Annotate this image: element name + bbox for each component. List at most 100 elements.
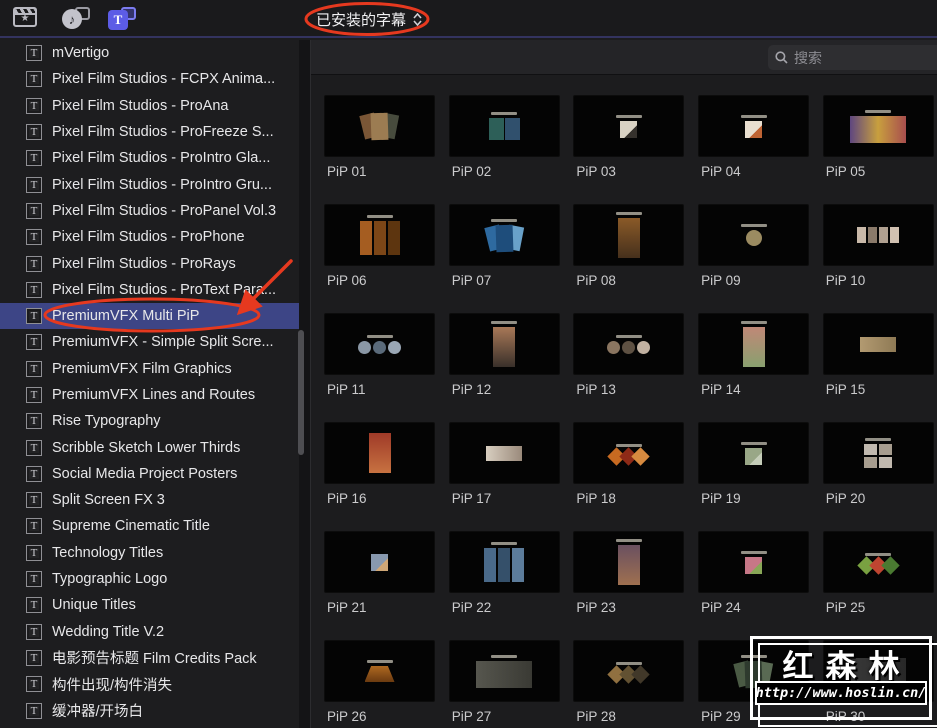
sidebar-item-label: PremiumVFX Film Graphics (52, 360, 232, 377)
pip-tile: PiP 13 (573, 313, 685, 397)
pip-thumbnail[interactable] (822, 95, 934, 157)
sidebar-item[interactable]: T Pixel Film Studios - ProIntro Gla... (0, 145, 299, 171)
pip-thumbnail[interactable] (324, 95, 435, 157)
sidebar-item-label: Unique Titles (52, 597, 136, 614)
sidebar-item-label: Pixel Film Studios - ProFreeze S... (52, 124, 274, 141)
sidebar-item-label: PremiumVFX Lines and Routes (52, 387, 256, 403)
pip-thumbnail[interactable] (448, 204, 560, 266)
pip-thumbnail[interactable] (324, 531, 435, 593)
sidebar-item[interactable]: T Pixel Film Studios - ProPanel Vol.3 (0, 198, 299, 224)
sidebar-item[interactable]: T PremiumVFX Film Graphics (0, 356, 299, 382)
title-pack-icon: T (26, 492, 42, 509)
sidebar-item[interactable]: T PremiumVFX Multi PiP (0, 302, 299, 330)
sidebar-item[interactable]: T Pixel Film Studios - ProFreeze S... (0, 119, 299, 145)
pip-label: PiP 24 (701, 600, 741, 615)
photos-audio-browser-icon[interactable]: ♪ (62, 7, 90, 31)
pip-label: PiP 09 (701, 273, 741, 288)
sidebar-item-label: Scribble Sketch Lower Thirds (52, 439, 241, 456)
pip-thumbnail[interactable] (448, 531, 560, 593)
titles-generators-browser-icon[interactable]: T (108, 7, 136, 31)
pip-thumbnail[interactable] (573, 313, 685, 375)
pip-tile: PiP 14 (698, 313, 810, 397)
pip-thumbnail[interactable] (698, 640, 810, 702)
pip-label: PiP 25 (825, 600, 866, 615)
pip-thumbnail[interactable] (324, 422, 435, 484)
sidebar-item[interactable]: T Supreme Cinematic Title (0, 513, 299, 539)
sidebar-item[interactable]: T mVertigo (0, 40, 299, 66)
sidebar-item[interactable]: T Pixel Film Studios - ProPhone (0, 224, 299, 250)
pip-tile: PiP 24 (698, 531, 810, 615)
pip-thumbnail[interactable] (573, 531, 685, 593)
sidebar-item[interactable]: T 构件出现/构件消失 (0, 671, 299, 697)
pip-thumbnail[interactable] (698, 204, 810, 266)
installed-titles-dropdown[interactable]: 已安装的字幕 (316, 6, 422, 32)
pip-thumbnail[interactable] (448, 313, 560, 375)
sidebar-item[interactable]: T PremiumVFX - Simple Split Scre... (0, 329, 299, 355)
title-pack-icon: T (26, 360, 42, 377)
titles-t-icon: T (108, 10, 128, 30)
pip-label: PiP 26 (327, 709, 367, 724)
pip-thumbnail[interactable] (573, 95, 685, 157)
pip-thumbnail[interactable] (822, 640, 934, 702)
pip-thumbnail[interactable] (698, 313, 810, 375)
pip-tile: PiP 18 (573, 422, 685, 506)
pip-thumbnail[interactable] (573, 204, 685, 266)
sidebar-item-label: PremiumVFX - Simple Split Scre... (52, 334, 274, 351)
sidebar-item[interactable]: T Pixel Film Studios - FCPX Anima... (0, 66, 299, 92)
pip-thumbnail[interactable] (822, 313, 934, 375)
pip-thumbnail[interactable] (822, 204, 934, 266)
pip-label: PiP 12 (451, 382, 492, 397)
sidebar-item[interactable]: T 缓冲器/开场白 (0, 697, 299, 723)
sidebar-item[interactable]: T Rise Typography (0, 408, 299, 434)
sidebar-item[interactable]: T Typographic Logo (0, 566, 299, 592)
pip-label: PiP 21 (327, 600, 367, 615)
effects-browser-icon[interactable]: ★ (13, 7, 37, 29)
pip-thumbnail[interactable] (324, 313, 435, 375)
sidebar-item[interactable]: T Scribble Sketch Lower Thirds (0, 434, 299, 460)
pip-thumbnail[interactable] (573, 422, 685, 484)
sidebar-item[interactable]: T PremiumVFX Lines and Routes (0, 382, 299, 408)
pip-thumbnail[interactable] (324, 204, 435, 266)
chevron-up-down-icon (413, 12, 422, 26)
pip-tile: PiP 12 (448, 313, 560, 397)
pip-tile: PiP 02 (448, 95, 560, 179)
pip-label: PiP 28 (576, 709, 616, 724)
pip-thumbnail[interactable] (698, 95, 810, 157)
sidebar-item[interactable]: T Pixel Film Studios - ProText Para... (0, 277, 299, 303)
pip-thumbnail[interactable] (324, 640, 435, 702)
title-pack-icon: T (26, 202, 42, 219)
sidebar-item[interactable]: T Wedding Title V.2 (0, 619, 299, 645)
pip-thumbnail[interactable] (448, 640, 560, 702)
pip-label: PiP 30 (825, 709, 866, 724)
sidebar-item[interactable]: T Unique Titles (0, 592, 299, 618)
pip-thumbnail[interactable] (448, 95, 560, 157)
sidebar-item-label: Pixel Film Studios - ProRays (52, 255, 236, 272)
pip-tile: PiP 05 (822, 95, 934, 179)
pip-label: PiP 29 (701, 709, 741, 724)
sidebar-item[interactable]: T (0, 724, 299, 728)
pip-tile: PiP 16 (324, 422, 435, 506)
sidebar-item[interactable]: T Technology Titles (0, 540, 299, 566)
pip-label: PiP 27 (451, 709, 492, 724)
pip-thumbnail[interactable] (822, 422, 934, 484)
sidebar-item[interactable]: T Social Media Project Posters (0, 461, 299, 487)
music-note-icon: ♪ (62, 9, 82, 29)
title-pack-icon: T (26, 150, 42, 167)
search-input[interactable] (794, 49, 924, 66)
pip-thumbnail[interactable] (448, 422, 560, 484)
pip-thumbnail[interactable] (573, 640, 685, 702)
sidebar-item[interactable]: T Split Screen FX 3 (0, 487, 299, 513)
sidebar-item[interactable]: T Pixel Film Studios - ProAna (0, 93, 299, 119)
pip-label: PiP 19 (701, 491, 741, 506)
pip-thumbnail[interactable] (698, 531, 810, 593)
pip-thumbnail[interactable] (822, 531, 934, 593)
title-pack-icon: T (26, 571, 42, 588)
titles-browser-window: ★ ♪ T 已安装的字幕 T mVertigo T Pixel Film Stu… (0, 0, 937, 728)
sidebar-item[interactable]: T Pixel Film Studios - ProIntro Gru... (0, 171, 299, 197)
pip-thumbnail[interactable] (698, 422, 810, 484)
browser-toolbar: ★ ♪ T 已安装的字幕 (0, 0, 937, 38)
sidebar-item[interactable]: T Pixel Film Studios - ProRays (0, 250, 299, 276)
search-field[interactable] (768, 45, 937, 70)
sidebar-item[interactable]: T 电影预告标题 Film Credits Pack (0, 645, 299, 671)
sidebar-scrollbar[interactable] (298, 330, 304, 455)
